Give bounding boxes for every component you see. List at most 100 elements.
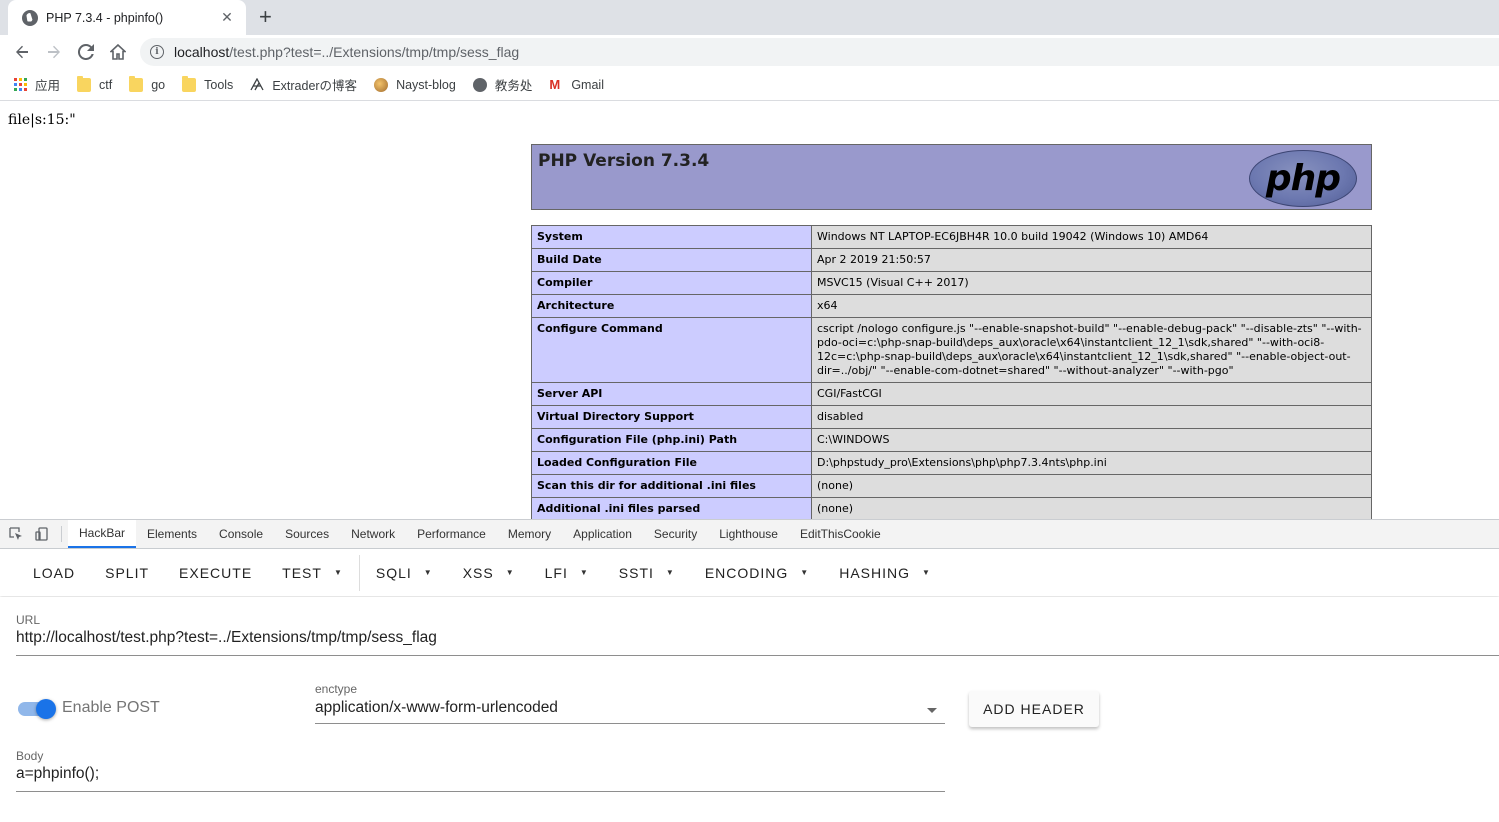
browser-tab[interactable]: PHP 7.3.4 - phpinfo() ✕	[8, 0, 246, 35]
load-button[interactable]: LOAD	[18, 555, 90, 591]
phpinfo-key: Additional .ini files parsed	[531, 497, 812, 519]
tab-elements[interactable]: Elements	[136, 520, 208, 548]
button-label: XSS	[462, 564, 494, 581]
phpinfo-value: cscript /nologo configure.js "--enable-s…	[811, 317, 1372, 383]
bookmarks-bar: 应用 ctf go Tools Extraderの博客 Nayst-blog 教…	[0, 69, 1499, 101]
enctype-select[interactable]: application/x-www-form-urlencoded	[315, 699, 558, 717]
tab-performance[interactable]: Performance	[406, 520, 497, 548]
new-tab-button[interactable]: +	[259, 5, 272, 29]
reload-button[interactable]	[70, 38, 102, 66]
inspect-element-icon[interactable]	[3, 520, 29, 548]
bookmark-go[interactable]: go	[129, 75, 165, 92]
phpinfo-row: Build Date Apr 2 2019 21:50:57	[531, 248, 1372, 272]
reload-icon	[78, 44, 94, 60]
xss-button[interactable]: XSS ▼	[448, 555, 530, 591]
add-header-button[interactable]: ADD HEADER	[969, 691, 1099, 727]
bookmark-label: Gmail	[571, 77, 604, 92]
tab-memory[interactable]: Memory	[497, 520, 562, 548]
phpinfo-value: Windows NT LAPTOP-EC6JBH4R 10.0 build 19…	[811, 225, 1372, 249]
caret-down-icon: ▼	[333, 568, 343, 577]
address-url: localhost/test.php?test=../Extensions/tm…	[174, 44, 519, 60]
tab-lighthouse[interactable]: Lighthouse	[708, 520, 789, 548]
phpinfo-row: Architecture x64	[531, 294, 1372, 318]
address-bar[interactable]: i localhost/test.php?test=../Extensions/…	[140, 38, 1499, 66]
tab-sources[interactable]: Sources	[274, 520, 340, 548]
phpinfo-value: Apr 2 2019 21:50:57	[811, 248, 1372, 272]
caret-down-icon: ▼	[665, 568, 675, 577]
url-input[interactable]: http://localhost/test.php?test=../Extens…	[16, 629, 437, 647]
home-button[interactable]	[102, 38, 134, 66]
folder-icon	[77, 75, 92, 92]
browser-toolbar: i localhost/test.php?test=../Extensions/…	[0, 35, 1499, 69]
enable-post-label: Enable POST	[62, 699, 160, 716]
chevron-down-icon[interactable]	[927, 708, 937, 713]
phpinfo-row: Compiler MSVC15 (Visual C++ 2017)	[531, 271, 1372, 295]
phpinfo-key: Compiler	[531, 271, 812, 295]
caret-down-icon: ▼	[423, 568, 433, 577]
bookmark-jiaowuchu[interactable]: 教务处	[472, 75, 533, 94]
folder-icon	[129, 75, 144, 92]
ssti-button[interactable]: SSTI ▼	[604, 555, 690, 591]
button-label: LFI	[544, 564, 568, 581]
apps-icon	[14, 77, 27, 92]
phpinfo-key: Configure Command	[531, 317, 812, 383]
phpinfo-row: Configuration File (php.ini) Path C:\WIND…	[531, 428, 1372, 452]
info-icon[interactable]: i	[150, 45, 164, 59]
hashing-button[interactable]: HASHING ▼	[824, 555, 946, 591]
phpinfo-row: Loaded Configuration File D:\phpstudy_pro…	[531, 451, 1372, 475]
bookmark-label: Tools	[204, 77, 234, 92]
address-host: localhost	[174, 44, 230, 60]
phpinfo-key: Architecture	[531, 294, 812, 318]
caret-down-icon: ▼	[505, 568, 515, 577]
test-button[interactable]: TEST ▼	[267, 555, 358, 591]
bookmark-extrader[interactable]: Extraderの博客	[250, 75, 357, 94]
phpinfo-key: Loaded Configuration File	[531, 451, 812, 475]
phpinfo-table: System Windows NT LAPTOP-EC6JBH4R 10.0 bu…	[531, 225, 1372, 519]
tab-console[interactable]: Console	[208, 520, 274, 548]
bookmark-apps[interactable]: 应用	[14, 75, 60, 94]
button-label: SSTI	[618, 564, 654, 581]
button-label: SPLIT	[105, 564, 150, 581]
hackbar-toolbar: LOAD SPLIT EXECUTE TEST ▼ SQLI ▼ XSS ▼ LFI ▼ SSTI ▼ E…	[0, 549, 1499, 596]
phpinfo-value: x64	[811, 294, 1372, 318]
tab-editthiscookie[interactable]: EditThisCookie	[789, 520, 892, 548]
phpinfo-value: D:\phpstudy_pro\Extensions\php\php7.3.4n…	[811, 451, 1372, 475]
tab-security[interactable]: Security	[643, 520, 708, 548]
sqli-button[interactable]: SQLI ▼	[361, 555, 448, 591]
close-tab-icon[interactable]: ✕	[218, 9, 236, 26]
button-label: HASHING	[839, 564, 910, 581]
split-button[interactable]: SPLIT	[90, 555, 164, 591]
button-label: LOAD	[33, 564, 76, 581]
bookmark-label: Extraderの博客	[272, 79, 358, 93]
bookmark-ctf[interactable]: ctf	[77, 75, 112, 92]
devtools-separator	[61, 526, 62, 542]
bookmark-label: 教务处	[494, 79, 533, 93]
execute-button[interactable]: EXECUTE	[164, 555, 267, 591]
encoding-button[interactable]: ENCODING ▼	[690, 555, 824, 591]
bookmark-nayst-blog[interactable]: Nayst-blog	[374, 77, 456, 92]
lfi-button[interactable]: LFI ▼	[530, 555, 604, 591]
arrow-right-icon	[48, 45, 60, 59]
toggle-knob[interactable]	[36, 699, 56, 719]
phpinfo-value: disabled	[811, 405, 1372, 429]
phpinfo-key: Scan this dir for additional .ini files	[531, 474, 812, 498]
back-button[interactable]	[6, 38, 38, 66]
device-toolbar-icon[interactable]	[29, 520, 55, 548]
forward-button[interactable]	[38, 38, 70, 66]
arrow-left-icon	[16, 45, 28, 59]
bookmark-tools[interactable]: Tools	[182, 75, 234, 92]
phpinfo-value: CGI/FastCGI	[811, 382, 1372, 406]
php-logo[interactable]: php	[1249, 150, 1357, 207]
globe-icon	[22, 9, 38, 26]
enable-post-toggle[interactable]	[18, 699, 56, 719]
tab-network[interactable]: Network	[340, 520, 406, 548]
session-output: file|s:15:"	[8, 112, 76, 128]
body-input[interactable]: a=phpinfo();	[16, 765, 99, 783]
tab-hackbar[interactable]: HackBar	[68, 520, 137, 548]
caret-down-icon: ▼	[922, 568, 931, 577]
phpinfo-key: Server API	[531, 382, 812, 406]
bookmark-gmail[interactable]: Gmail	[549, 78, 604, 92]
tab-application[interactable]: Application	[562, 520, 643, 548]
phpinfo-row: Server API CGI/FastCGI	[531, 382, 1372, 406]
phpinfo-value: C:\WINDOWS	[811, 428, 1372, 452]
